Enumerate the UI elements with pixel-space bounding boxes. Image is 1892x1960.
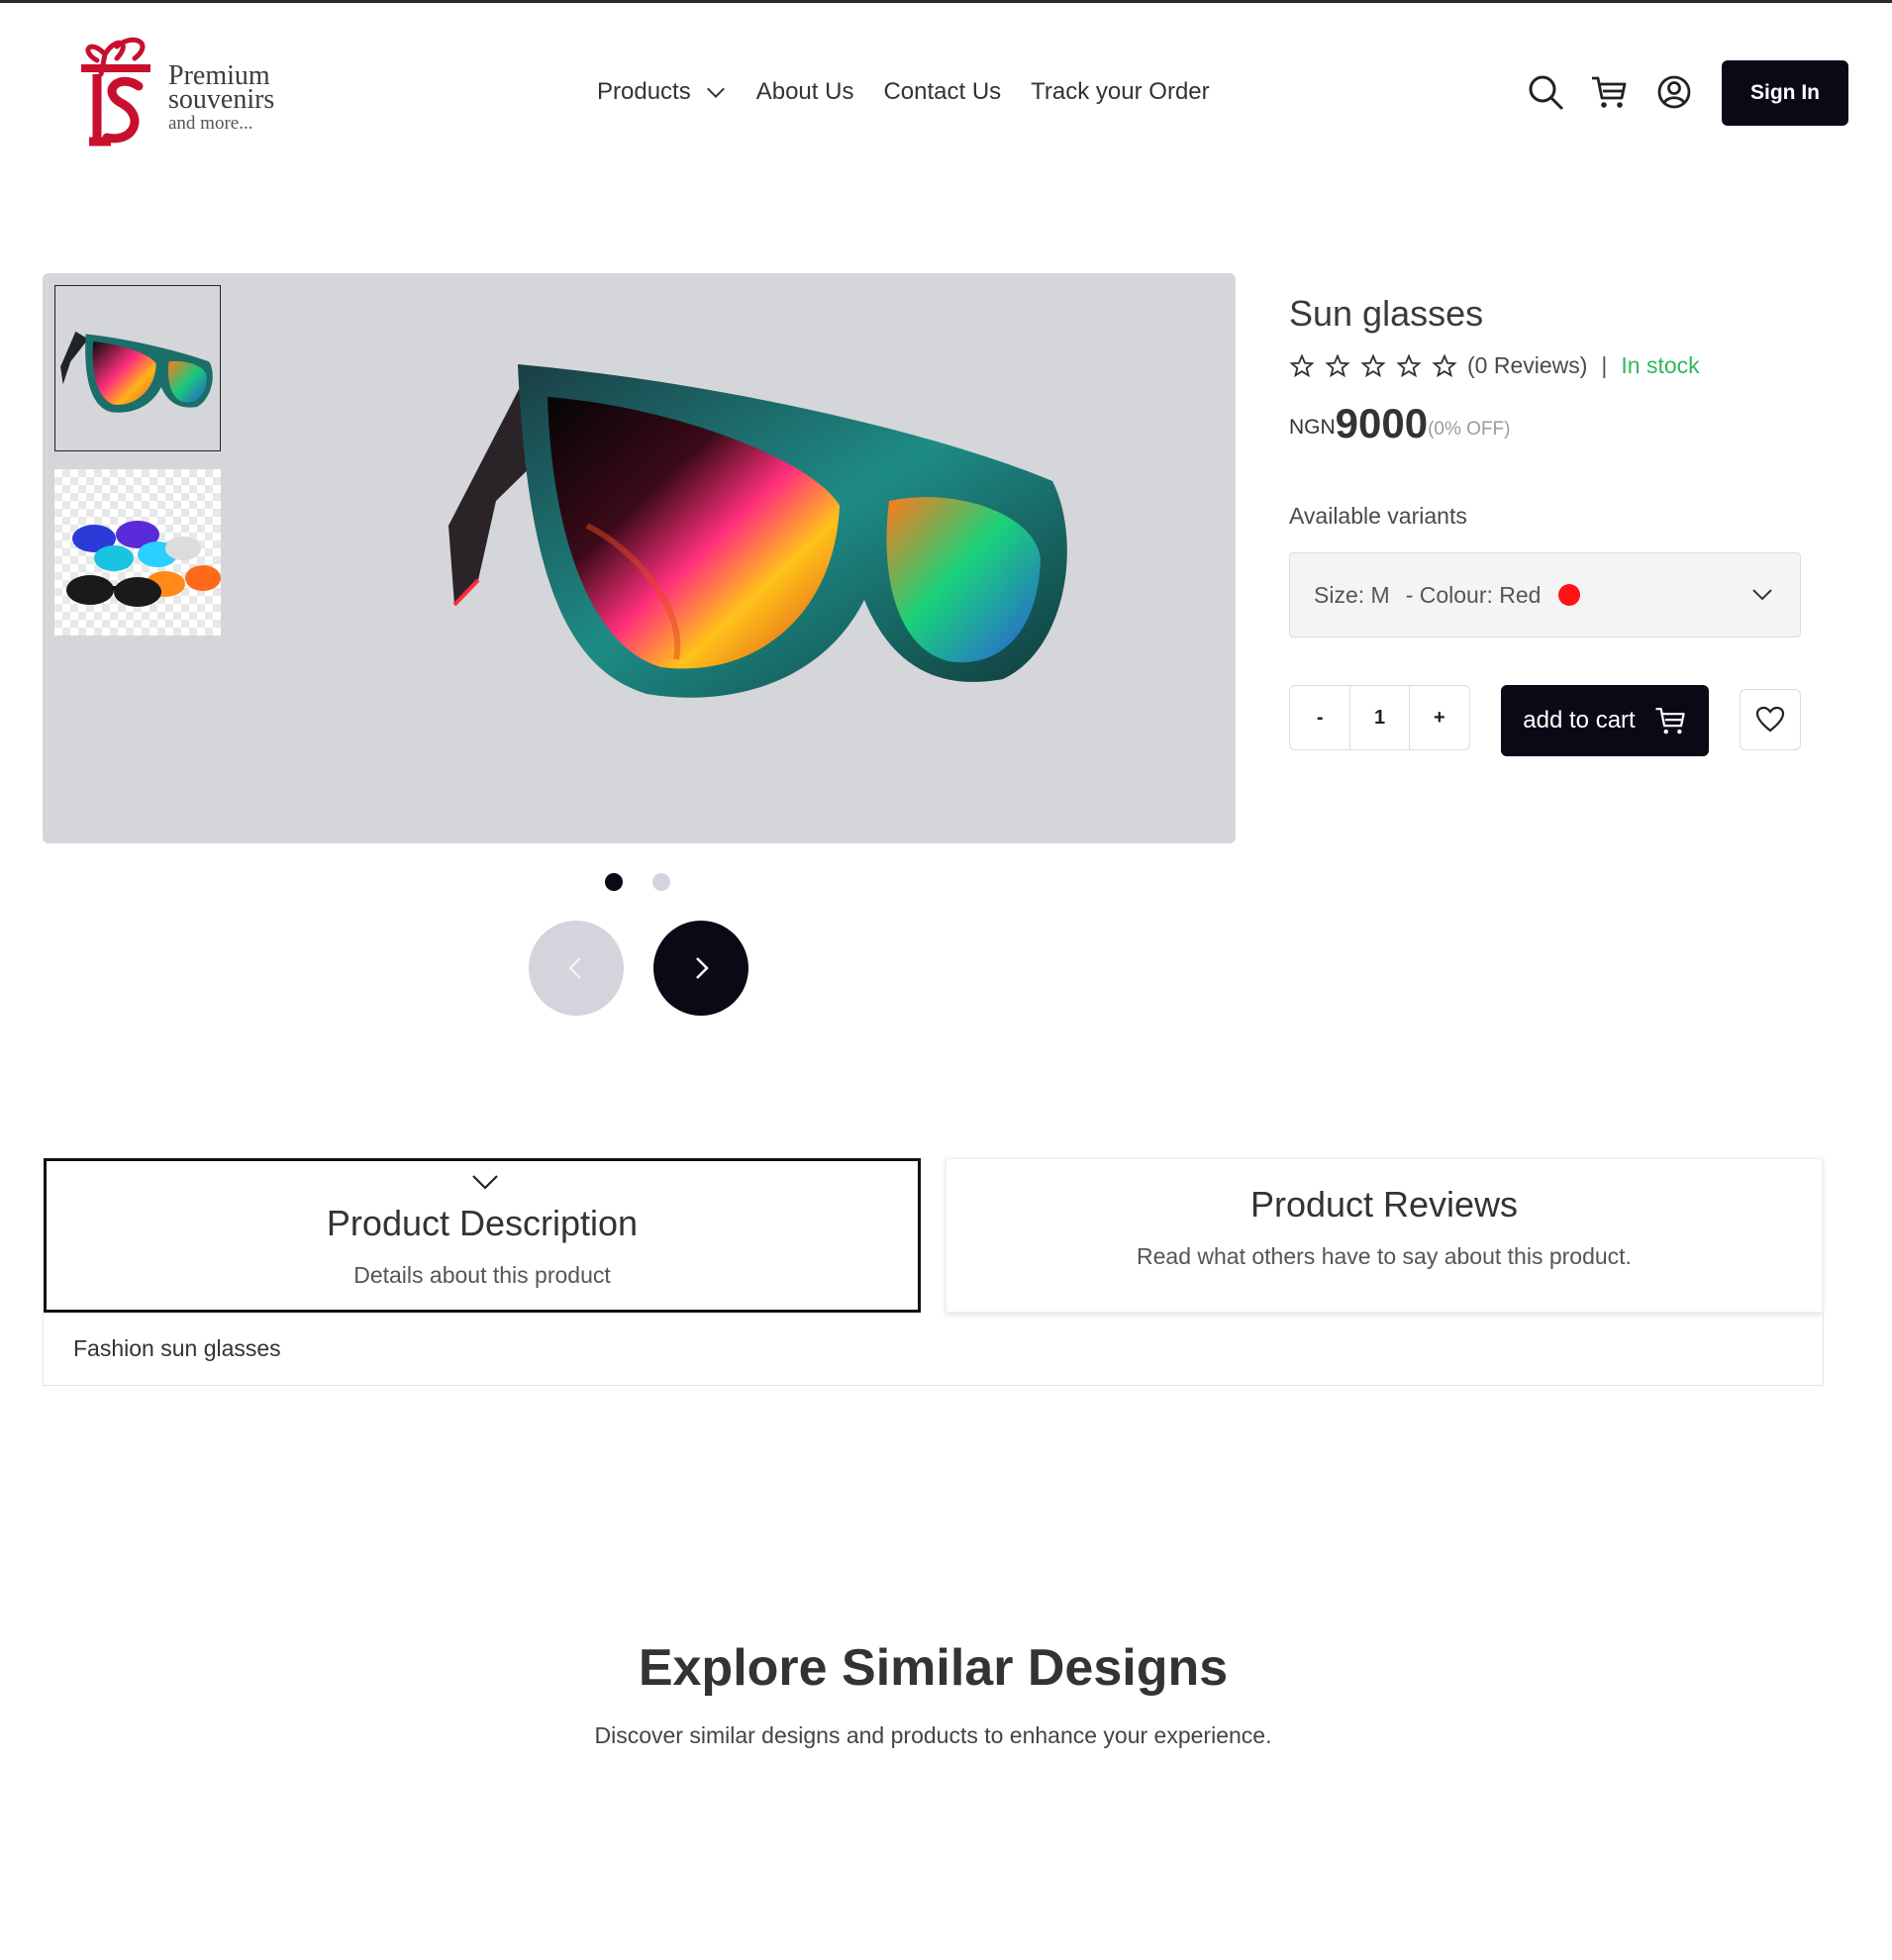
price-discount: (0% OFF) xyxy=(1428,419,1511,440)
stock-status: In stock xyxy=(1621,352,1700,378)
tab-product-description[interactable]: Product Description Details about this p… xyxy=(44,1158,921,1313)
quantity-stepper: - 1 + xyxy=(1289,685,1470,750)
variant-size: Size: M xyxy=(1314,581,1390,608)
product-price: NGN 9000 (0% OFF) xyxy=(1289,402,1511,445)
search-icon[interactable] xyxy=(1526,72,1565,112)
brand-line-2: souvenirs xyxy=(168,84,275,115)
star-icon[interactable] xyxy=(1360,352,1386,379)
product-description-content: Fashion sun glasses xyxy=(43,1313,1824,1386)
chevron-left-icon xyxy=(568,957,581,979)
site-header: Premium souvenirs and more... Products A… xyxy=(0,3,1892,176)
heart-icon xyxy=(1755,706,1785,733)
product-title: Sun glasses xyxy=(1289,293,1484,334)
cart-icon xyxy=(1655,707,1685,735)
nav-about-us[interactable]: About Us xyxy=(756,78,854,106)
carousel-dot-2[interactable] xyxy=(652,873,670,891)
sunglasses-thumbnail-icon xyxy=(60,331,213,413)
nav-products-label: Products xyxy=(597,78,691,105)
wishlist-button[interactable] xyxy=(1740,689,1801,750)
quantity-input[interactable]: 1 xyxy=(1349,686,1410,749)
product-info: Sun glasses (0 Reviews) | In stock NGN 9… xyxy=(1289,293,1824,756)
price-amount: 9000 xyxy=(1335,400,1429,446)
nav-products[interactable]: Products xyxy=(597,78,727,106)
tab-description-title: Product Description xyxy=(326,1203,639,1243)
nav-track-order[interactable]: Track your Order xyxy=(1031,78,1209,106)
explore-subtitle: Discover similar designs and products to… xyxy=(594,1722,1272,1748)
user-icon[interactable] xyxy=(1654,72,1694,112)
main-nav: Products About Us Contact Us Track your … xyxy=(597,72,1240,112)
variant-select[interactable]: Size: M - Colour: Red xyxy=(1289,552,1801,637)
product-rating: (0 Reviews) | In stock xyxy=(1289,352,1700,379)
star-icon[interactable] xyxy=(1396,352,1422,379)
carousel-dots xyxy=(605,873,670,891)
star-icon[interactable] xyxy=(1289,352,1315,379)
carousel-dot-1[interactable] xyxy=(605,873,623,891)
review-count[interactable]: (0 Reviews) xyxy=(1467,352,1587,379)
add-to-cart-label: add to cart xyxy=(1523,707,1636,734)
brand-line-3: and more... xyxy=(168,113,253,134)
chevron-down-icon xyxy=(706,87,725,99)
quantity-decrease-button[interactable]: - xyxy=(1290,686,1349,749)
tab-reviews-title: Product Reviews xyxy=(1249,1184,1519,1225)
tab-description-subtitle: Details about this product xyxy=(353,1262,611,1288)
explore-title: Explore Similar Designs xyxy=(638,1639,1229,1697)
thumbnail-1[interactable] xyxy=(54,285,221,451)
tab-reviews-subtitle: Read what others have to say about this … xyxy=(1137,1243,1632,1269)
nav-contact-us[interactable]: Contact Us xyxy=(883,78,1001,106)
carousel-next-button[interactable] xyxy=(653,921,748,1016)
variant-colour: - Colour: Red xyxy=(1405,581,1542,608)
thumbnail-2[interactable] xyxy=(54,469,221,636)
chevron-down-icon xyxy=(1752,589,1772,601)
sunglasses-main-image xyxy=(448,364,1067,698)
star-icon[interactable] xyxy=(1325,352,1350,379)
variants-label: Available variants xyxy=(1289,503,1467,529)
product-gallery xyxy=(43,273,1236,843)
chevron-down-icon xyxy=(472,1175,498,1190)
cart-icon[interactable] xyxy=(1589,72,1629,112)
rating-separator: | xyxy=(1601,352,1608,378)
gift-logo-icon xyxy=(81,37,150,147)
sign-in-button[interactable]: Sign In xyxy=(1722,60,1848,126)
brand-name: Premium souvenirs and more... xyxy=(168,62,275,136)
carousel-prev-button[interactable] xyxy=(529,921,624,1016)
brand-logo[interactable]: Premium souvenirs and more... xyxy=(77,35,295,153)
tab-product-reviews[interactable]: Product Reviews Read what others have to… xyxy=(946,1158,1823,1313)
add-to-cart-button[interactable]: add to cart xyxy=(1501,685,1709,756)
sunglasses-collection-icon xyxy=(66,521,221,607)
chevron-right-icon xyxy=(696,957,709,979)
quantity-increase-button[interactable]: + xyxy=(1410,686,1469,749)
price-currency: NGN xyxy=(1289,416,1336,439)
star-icon[interactable] xyxy=(1432,352,1457,379)
colour-swatch xyxy=(1558,584,1581,606)
